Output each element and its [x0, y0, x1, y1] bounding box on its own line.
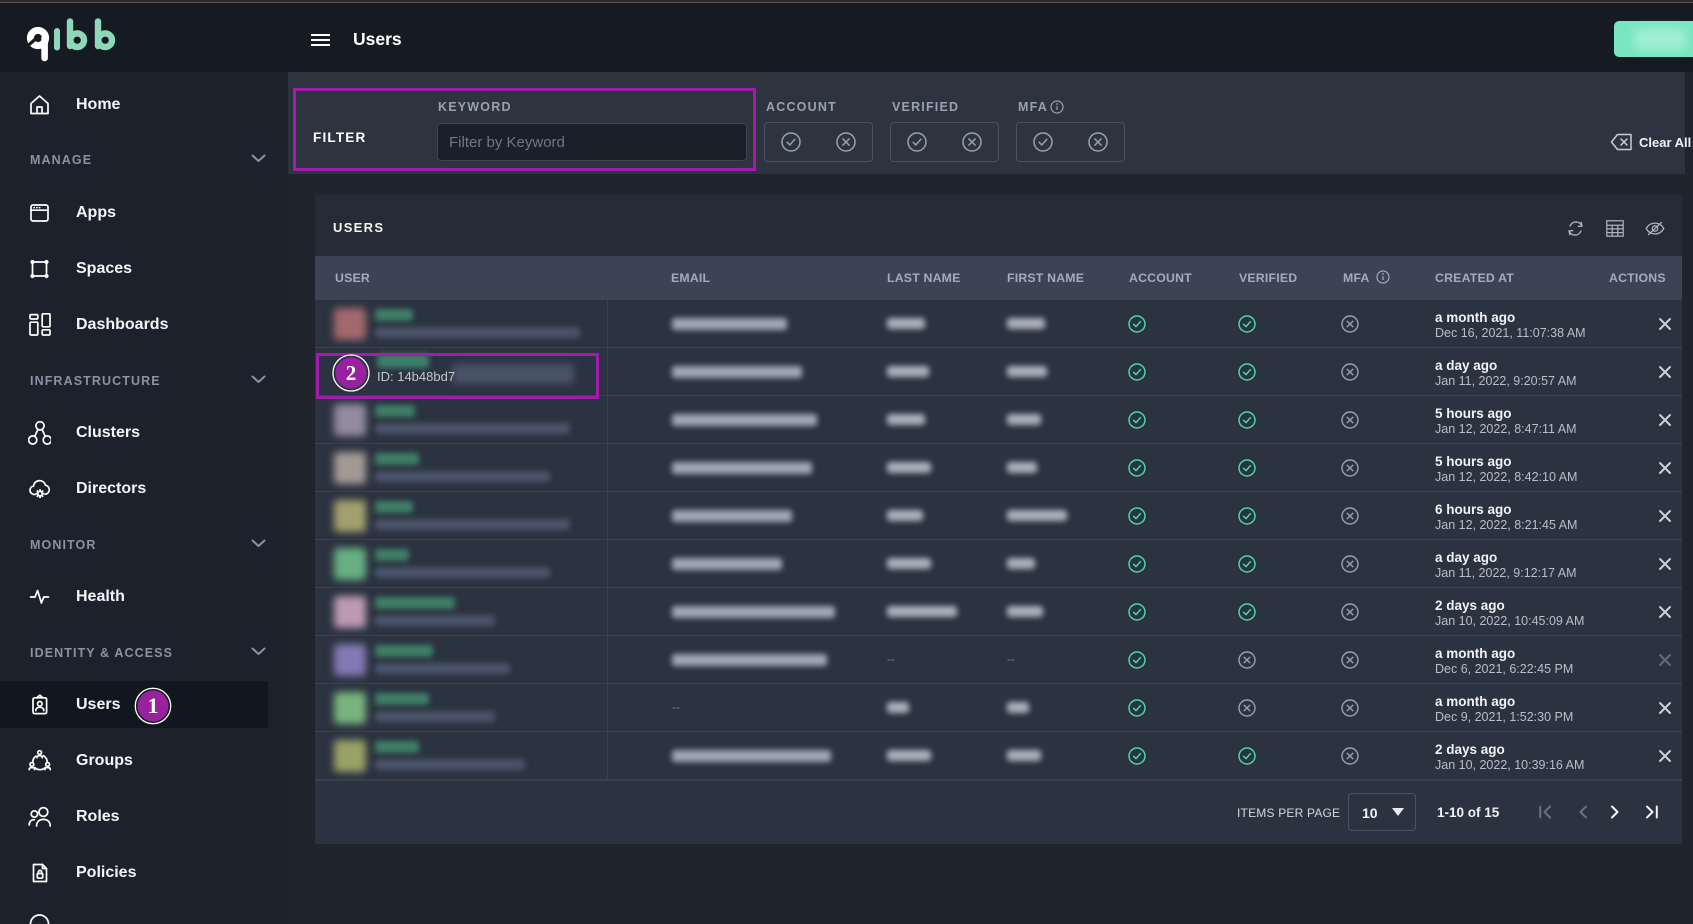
svg-text:1: 1: [148, 693, 159, 718]
svg-text:2: 2: [346, 361, 357, 385]
